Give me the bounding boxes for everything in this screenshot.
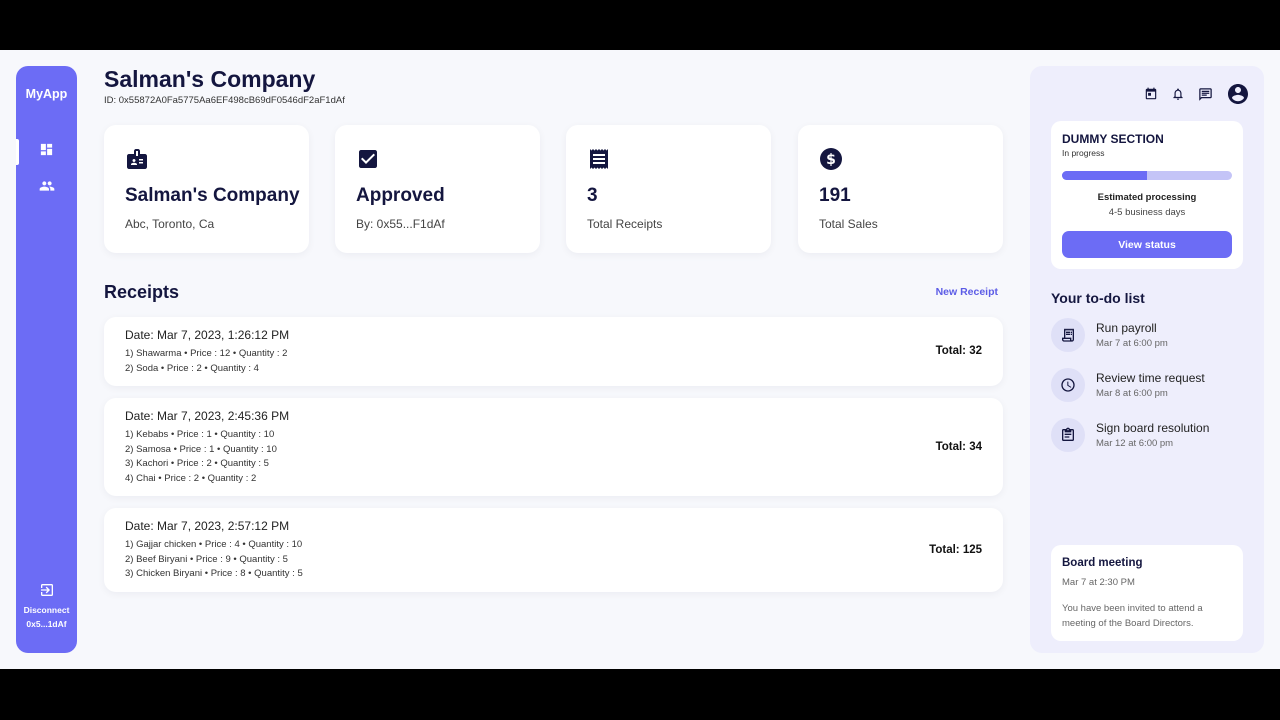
meeting-card[interactable]: Board meeting Mar 7 at 2:30 PM You have … (1051, 545, 1243, 641)
receipt-total: Total: 34 (935, 441, 982, 453)
dummy-section-card: DUMMY SECTION In progress Estimated proc… (1051, 121, 1243, 269)
disconnect-button[interactable]: Disconnect 0x5...1dAf (16, 582, 77, 631)
right-panel: DUMMY SECTION In progress Estimated proc… (1030, 66, 1264, 653)
top-icons (1144, 82, 1250, 106)
meeting-title: Board meeting (1062, 557, 1143, 569)
sales-total: 191 (819, 185, 851, 206)
app-logo[interactable]: MyApp (16, 87, 77, 101)
todo-item[interactable]: Sign board resolution Mar 12 at 6:00 pm (1051, 418, 1251, 452)
receipt-card[interactable]: Date: Mar 7, 2023, 2:57:12 PM 1) Gajjar … (104, 508, 1003, 592)
sidebar-item-dashboard[interactable] (16, 139, 77, 165)
logout-icon (16, 582, 77, 598)
receipt-item: 2) Soda • Price : 2 • Quantity : 4 (125, 362, 259, 374)
receipt-item: 3) Chicken Biryani • Price : 8 • Quantit… (125, 568, 303, 579)
receipt-total: Total: 32 (935, 345, 982, 357)
receipt-total: Total: 125 (929, 544, 982, 556)
receipts-count: 3 (587, 185, 598, 206)
sidebar-item-users[interactable] (16, 175, 77, 201)
todo-label: Sign board resolution (1096, 421, 1210, 435)
progress-bar-fill (1062, 171, 1147, 180)
receipt-icon (1051, 318, 1085, 352)
company-address: Abc, Toronto, Ca (125, 217, 215, 231)
receipt-item: 2) Beef Biryani • Price : 9 • Quantity :… (125, 553, 288, 565)
receipt-date: Date: Mar 7, 2023, 1:26:12 PM (125, 328, 290, 342)
receipts-count-card: 3 Total Receipts (566, 125, 771, 253)
approval-status: Approved (356, 185, 445, 206)
new-receipt-link[interactable]: New Receipt (936, 286, 998, 298)
approval-card: Approved By: 0x55...F1dAf (335, 125, 540, 253)
meeting-description: You have been invited to attend a meetin… (1062, 603, 1203, 629)
sidebar: MyApp Disconnect 0x5...1dAf (16, 66, 77, 653)
sales-total-label: Total Sales (819, 217, 878, 231)
receipt-items: 1) Gajjar chicken • Price : 4 • Quantity… (125, 538, 303, 582)
receipt-item: 2) Samosa • Price : 1 • Quantity : 10 (125, 443, 277, 455)
view-status-button[interactable]: View status (1062, 231, 1232, 258)
receipt-date: Date: Mar 7, 2023, 2:57:12 PM (125, 519, 290, 533)
todo-time: Mar 7 at 6:00 pm (1096, 338, 1168, 349)
bell-icon[interactable] (1171, 87, 1185, 101)
estimate-value: 4-5 business days (1108, 207, 1186, 218)
company-card: Salman's Company Abc, Toronto, Ca (104, 125, 309, 253)
todo-label: Review time request (1096, 371, 1205, 385)
receipt-item: 4) Chai • Price : 2 • Quantity : 2 (125, 472, 257, 484)
svg-text:$: $ (826, 152, 836, 168)
sales-card: $ 191 Total Sales (798, 125, 1003, 253)
progress-bar (1062, 171, 1232, 180)
calendar-icon[interactable] (1144, 87, 1158, 101)
todo-item[interactable]: Run payroll Mar 7 at 6:00 pm (1051, 318, 1251, 352)
checkbox-icon (356, 147, 380, 176)
meeting-time: Mar 7 at 2:30 PM (1062, 577, 1135, 588)
receipt-card[interactable]: Date: Mar 7, 2023, 1:26:12 PM 1) Shawarm… (104, 317, 1003, 386)
receipt-items: 1) Kebabs • Price : 1 • Quantity : 10 2)… (125, 428, 277, 486)
dashboard-icon (39, 142, 54, 162)
todo-time: Mar 8 at 6:00 pm (1096, 388, 1168, 399)
badge-icon (125, 147, 149, 176)
todo-item[interactable]: Review time request Mar 8 at 6:00 pm (1051, 368, 1251, 402)
company-id: ID: 0x55872A0Fa5775Aa6EF498cB69dF0546dF2… (104, 95, 345, 106)
todo-time: Mar 12 at 6:00 pm (1096, 438, 1174, 449)
receipts-heading: Receipts (104, 282, 180, 302)
wallet-address: 0x5...1dAf (26, 619, 67, 629)
todo-label: Run payroll (1096, 321, 1157, 335)
receipt-date: Date: Mar 7, 2023, 2:45:36 PM (125, 409, 290, 423)
todo-heading: Your to-do list (1051, 290, 1145, 306)
receipt-card[interactable]: Date: Mar 7, 2023, 2:45:36 PM 1) Kebabs … (104, 398, 1003, 496)
app-frame: MyApp Disconnect 0x5...1dAf Salman's Com… (0, 50, 1280, 669)
dummy-section-title: DUMMY SECTION (1062, 132, 1164, 146)
receipt-icon (587, 147, 611, 176)
estimate-label: Estimated processing (1097, 192, 1197, 203)
dummy-section-status: In progress (1062, 148, 1105, 158)
dollar-icon: $ (819, 147, 843, 176)
page-title: Salman's Company (104, 66, 316, 92)
receipt-item: 1) Kebabs • Price : 1 • Quantity : 10 (125, 429, 275, 440)
receipt-item: 3) Kachori • Price : 2 • Quantity : 5 (125, 458, 269, 469)
company-name: Salman's Company (125, 185, 300, 206)
approved-by: By: 0x55...F1dAf (356, 217, 445, 231)
account-icon[interactable] (1226, 82, 1250, 106)
chat-icon[interactable] (1198, 87, 1213, 102)
receipt-item: 1) Gajjar chicken • Price : 4 • Quantity… (125, 539, 303, 550)
users-icon (39, 178, 55, 199)
disconnect-label: Disconnect (23, 605, 70, 615)
clipboard-icon (1051, 418, 1085, 452)
receipt-items: 1) Shawarma • Price : 12 • Quantity : 2 … (125, 347, 287, 376)
receipts-count-label: Total Receipts (587, 217, 663, 231)
clock-icon (1051, 368, 1085, 402)
receipt-item: 1) Shawarma • Price : 12 • Quantity : 2 (125, 348, 288, 359)
